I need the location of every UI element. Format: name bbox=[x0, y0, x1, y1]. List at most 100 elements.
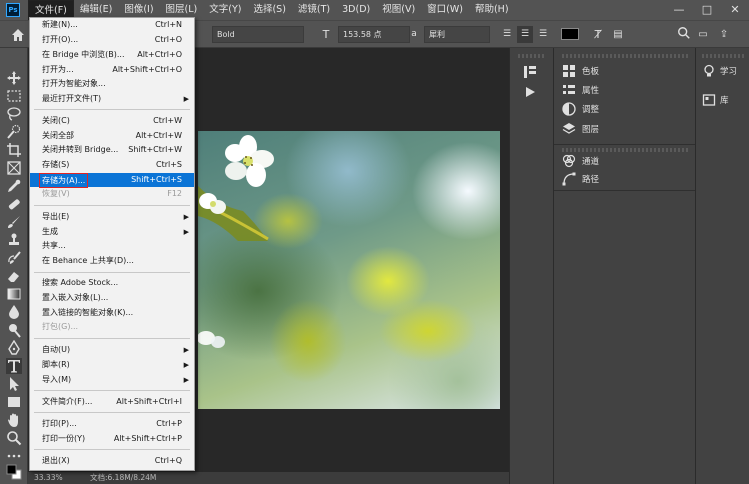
rectangle-tool-icon[interactable] bbox=[6, 394, 22, 410]
text-color-swatch[interactable] bbox=[561, 28, 579, 40]
align-right-icon[interactable]: ☰ bbox=[535, 26, 551, 43]
menu-item-file-info[interactable]: 文件简介(F)... Alt+Shift+Ctrl+I bbox=[30, 395, 194, 409]
workspace-icon[interactable]: ▭ bbox=[695, 26, 711, 43]
align-center-icon[interactable]: ☰ bbox=[517, 26, 533, 43]
frame-tool-icon[interactable] bbox=[6, 160, 22, 176]
brush-tool-icon[interactable] bbox=[6, 214, 22, 230]
menu-item-open[interactable]: 打开(O)... Ctrl+O bbox=[30, 33, 194, 47]
panel-divider bbox=[554, 144, 696, 145]
panel-properties[interactable]: 属性 bbox=[554, 81, 599, 99]
search-icon[interactable] bbox=[676, 26, 692, 43]
font-style-select[interactable]: Bold bbox=[212, 26, 304, 43]
path-selection-tool-icon[interactable] bbox=[6, 376, 22, 392]
menu-item-place-linked[interactable]: 置入链接的智能对象(K)... bbox=[30, 306, 194, 320]
menu-item-place-embedded[interactable]: 置入嵌入对象(L)... bbox=[30, 291, 194, 305]
pen-tool-icon[interactable] bbox=[6, 339, 22, 356]
menu-item-new[interactable]: 新建(N)... Ctrl+N bbox=[30, 18, 194, 32]
adjustments-icon bbox=[562, 102, 576, 116]
antialias-select[interactable]: 犀利 bbox=[424, 26, 490, 43]
font-size-input[interactable]: 153.58 点 bbox=[338, 26, 410, 43]
panel-grip[interactable] bbox=[562, 54, 688, 58]
panel-adjustments[interactable]: 调整 bbox=[554, 100, 599, 118]
quick-selection-tool-icon[interactable] bbox=[6, 124, 22, 140]
blur-tool-icon[interactable] bbox=[6, 304, 22, 320]
menu-item-save-as[interactable]: 存储为(A)... Shift+Ctrl+S bbox=[30, 172, 194, 188]
menu-item-close-all[interactable]: 关闭全部 Alt+Ctrl+W bbox=[30, 129, 194, 143]
panel-paths[interactable]: 路径 bbox=[554, 170, 599, 188]
home-icon[interactable] bbox=[10, 27, 26, 43]
panel-swatches[interactable]: 色板 bbox=[554, 62, 599, 80]
move-tool-icon[interactable] bbox=[6, 70, 22, 86]
menu-filter[interactable]: 滤镜(T) bbox=[292, 0, 336, 20]
menu-item-shortcut: Alt+Shift+Ctrl+O bbox=[112, 65, 182, 74]
dodge-tool-icon[interactable] bbox=[6, 322, 22, 338]
warp-text-icon[interactable]: Ⱦ bbox=[590, 26, 606, 43]
menu-item-close-goto-bridge[interactable]: 关闭并转到 Bridge... Shift+Ctrl+W bbox=[30, 143, 194, 157]
menu-item-label: 打印一份(Y) bbox=[42, 434, 86, 443]
color-swatches-icon[interactable] bbox=[6, 464, 22, 480]
menu-item-scripts[interactable]: 脚本(R) ▶ bbox=[30, 358, 194, 372]
character-panel-icon[interactable]: ▤ bbox=[610, 26, 626, 43]
menu-select[interactable]: 选择(S) bbox=[247, 0, 291, 20]
panel-learn[interactable]: 学习 bbox=[696, 62, 737, 80]
hand-tool-icon[interactable] bbox=[6, 412, 22, 428]
menu-window[interactable]: 窗口(W) bbox=[421, 0, 469, 20]
close-button[interactable]: ✕ bbox=[721, 0, 749, 20]
font-size-icon: T bbox=[322, 28, 330, 41]
share-icon[interactable]: ⇪ bbox=[716, 26, 732, 43]
menu-item-label: 打开为... bbox=[42, 65, 74, 74]
eyedropper-tool-icon[interactable] bbox=[6, 178, 22, 194]
menu-item-recent-files[interactable]: 最近打开文件(T) ▶ bbox=[30, 92, 194, 106]
zoom-tool-icon[interactable] bbox=[6, 430, 22, 446]
panel-grip[interactable] bbox=[702, 54, 744, 58]
crop-tool-icon[interactable] bbox=[6, 142, 22, 158]
menu-item-open-smart-object[interactable]: 打开为智能对象... bbox=[30, 77, 194, 91]
menu-item-exit[interactable]: 退出(X) Ctrl+Q bbox=[30, 454, 194, 468]
lasso-tool-icon[interactable] bbox=[6, 106, 22, 122]
menu-view[interactable]: 视图(V) bbox=[376, 0, 421, 20]
eraser-tool-icon[interactable] bbox=[6, 268, 22, 284]
history-panel-icon[interactable] bbox=[522, 64, 538, 80]
type-tool-icon[interactable] bbox=[6, 358, 22, 374]
menu-item-shortcut: Ctrl+O bbox=[154, 35, 182, 44]
menu-item-share-behance[interactable]: 在 Behance 上共享(D)... bbox=[30, 254, 194, 268]
menu-item-close[interactable]: 关闭(C) Ctrl+W bbox=[30, 114, 194, 128]
zoom-level[interactable]: 33.33% bbox=[34, 472, 63, 484]
properties-icon bbox=[563, 85, 575, 94]
menu-item-print-one[interactable]: 打印一份(Y) Alt+Shift+Ctrl+P bbox=[30, 432, 194, 446]
healing-brush-tool-icon[interactable] bbox=[6, 196, 22, 212]
menu-item-export[interactable]: 导出(E) ▶ bbox=[30, 210, 194, 224]
menu-item-import[interactable]: 导入(M) ▶ bbox=[30, 373, 194, 387]
panel-channels-label: 通道 bbox=[582, 157, 600, 167]
menu-3d[interactable]: 3D(D) bbox=[336, 0, 376, 20]
menu-item-print[interactable]: 打印(P)... Ctrl+P bbox=[30, 417, 194, 431]
gradient-tool-icon[interactable] bbox=[6, 286, 22, 302]
paths-icon bbox=[562, 172, 576, 186]
menu-item-search-stock[interactable]: 搜索 Adobe Stock... bbox=[30, 276, 194, 290]
minimize-button[interactable]: — bbox=[665, 0, 693, 20]
history-brush-tool-icon[interactable] bbox=[6, 250, 22, 266]
menu-type[interactable]: 文字(Y) bbox=[203, 0, 247, 20]
window-controls: — □ ✕ bbox=[665, 0, 749, 20]
actions-play-icon[interactable] bbox=[522, 84, 538, 100]
menu-item-save[interactable]: 存储(S) Ctrl+S bbox=[30, 158, 194, 172]
menu-item-open-as[interactable]: 打开为... Alt+Shift+Ctrl+O bbox=[30, 63, 194, 77]
clone-stamp-tool-icon[interactable] bbox=[6, 232, 22, 248]
menu-help[interactable]: 帮助(H) bbox=[469, 0, 515, 20]
menu-item-shortcut: Ctrl+P bbox=[156, 419, 182, 428]
menu-item-share[interactable]: 共享... bbox=[30, 239, 194, 253]
menu-item-shortcut: Ctrl+N bbox=[155, 20, 182, 29]
menu-item-generate[interactable]: 生成 ▶ bbox=[30, 225, 194, 239]
antialias-icon: a bbox=[411, 29, 417, 39]
align-left-icon[interactable]: ☰ bbox=[499, 26, 515, 43]
maximize-button[interactable]: □ bbox=[693, 0, 721, 20]
menu-item-automate[interactable]: 自动(U) ▶ bbox=[30, 343, 194, 357]
panel-channels[interactable]: 通道 bbox=[554, 152, 599, 170]
panel-libraries[interactable]: 库 bbox=[696, 91, 729, 109]
menu-item-label: 在 Behance 上共享(D)... bbox=[42, 256, 134, 265]
panel-layers[interactable]: 图层 bbox=[554, 120, 599, 138]
more-tools-icon[interactable] bbox=[6, 448, 22, 464]
panel-grip[interactable] bbox=[518, 54, 546, 58]
menu-item-browse-bridge[interactable]: 在 Bridge 中浏览(B)... Alt+Ctrl+O bbox=[30, 48, 194, 62]
marquee-tool-icon[interactable] bbox=[6, 88, 22, 104]
